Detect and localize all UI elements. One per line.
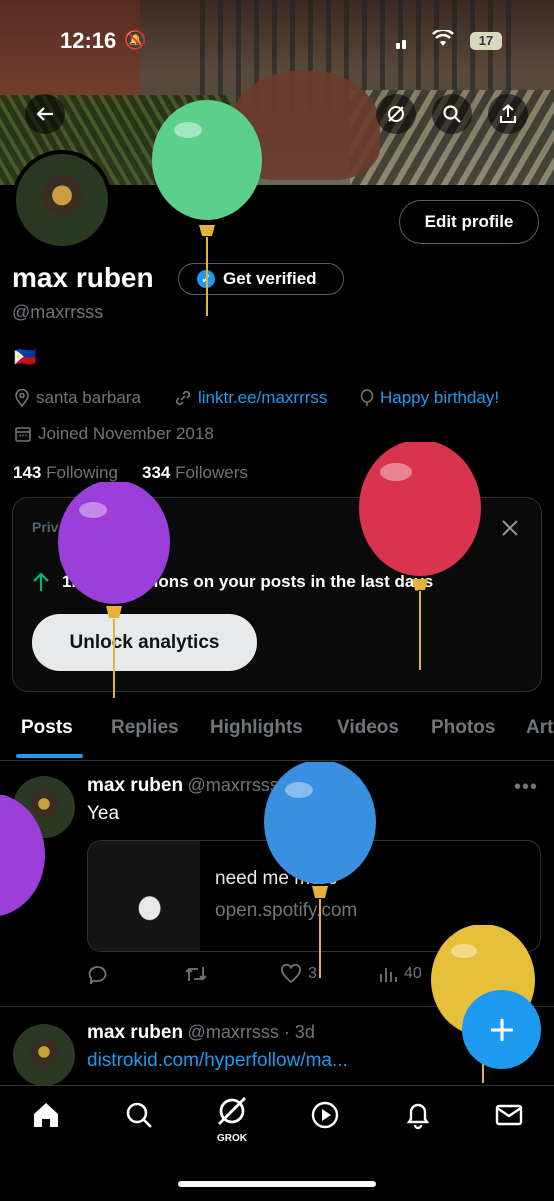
- tab-articles[interactable]: Art: [526, 717, 553, 739]
- post-header: max ruben @maxrrsss · 3d: [87, 1022, 315, 1044]
- home-indicator: [178, 1181, 376, 1187]
- tab-replies[interactable]: Replies: [111, 717, 179, 739]
- grok-label: GROK: [217, 1133, 247, 1144]
- arrow-up-icon: [33, 572, 49, 591]
- birthday-text: Happy birthday!: [380, 388, 500, 407]
- profile-handle: @maxrrsss: [12, 302, 104, 322]
- location-pin-icon: [15, 389, 29, 407]
- post-link[interactable]: distrokid.com/hyperfollow/ma...: [87, 1050, 348, 1072]
- purple-balloon-icon: [0, 795, 45, 916]
- edit-profile-button[interactable]: Edit profile: [399, 200, 539, 244]
- purple-balloon-icon: [58, 482, 170, 698]
- close-icon[interactable]: [500, 518, 520, 544]
- calendar-icon: [15, 427, 31, 442]
- grok-icon[interactable]: GROK: [207, 1094, 257, 1144]
- share-icon[interactable]: [488, 94, 528, 134]
- more-icon[interactable]: •••: [514, 776, 538, 799]
- search-icon[interactable]: [114, 1100, 164, 1137]
- tab-photos[interactable]: Photos: [431, 717, 495, 739]
- search-icon[interactable]: [432, 94, 472, 134]
- silent-bell-icon: 🔕: [124, 30, 147, 50]
- tab-highlights[interactable]: Highlights: [210, 717, 303, 739]
- views-count: 40: [404, 965, 422, 982]
- tab-videos[interactable]: Videos: [337, 717, 399, 739]
- profile-tabs: Posts Replies Highlights Videos Photos A…: [0, 712, 554, 761]
- following-count: 143: [13, 463, 42, 482]
- link-text[interactable]: linktr.ee/maxrrrss: [198, 388, 327, 408]
- profile-avatar[interactable]: [12, 150, 112, 250]
- profile-link[interactable]: linktr.ee/maxrrrss: [174, 388, 327, 408]
- post-author-handle: @maxrrsss · 3d: [187, 1022, 315, 1042]
- back-arrow-icon[interactable]: [25, 94, 65, 134]
- repost-button[interactable]: [184, 964, 208, 984]
- profile-joined: Joined November 2018: [14, 424, 214, 444]
- profile-location: santa barbara: [14, 388, 141, 408]
- green-balloon-icon: [152, 100, 262, 316]
- post-author-name[interactable]: max ruben: [87, 1022, 183, 1043]
- wifi-icon: [432, 28, 454, 53]
- album-thumbnail: [88, 841, 200, 951]
- messages-icon[interactable]: [484, 1100, 534, 1137]
- followers-count: 334: [142, 463, 171, 482]
- followers-link[interactable]: 334 Followers: [142, 463, 248, 483]
- post-text: Yea: [87, 803, 120, 824]
- status-time: 12:16: [60, 28, 117, 53]
- compose-post-button[interactable]: [462, 990, 541, 1069]
- home-icon[interactable]: [21, 1100, 71, 1137]
- link-icon: [175, 390, 191, 406]
- tab-posts[interactable]: Posts: [21, 717, 73, 739]
- post-author-name[interactable]: max ruben: [87, 775, 183, 796]
- reply-button[interactable]: [88, 964, 110, 984]
- reply-icon: [88, 966, 107, 984]
- blue-balloon-icon: [264, 762, 376, 978]
- post-avatar[interactable]: [13, 1024, 75, 1086]
- repost-icon: [185, 967, 207, 981]
- views-icon: [380, 968, 397, 982]
- video-icon[interactable]: [300, 1100, 350, 1137]
- joined-text: Joined November 2018: [38, 424, 214, 443]
- views-button[interactable]: 40: [378, 964, 422, 984]
- following-link[interactable]: 143 Following: [13, 463, 118, 483]
- active-tab-indicator: [16, 754, 83, 758]
- red-balloon-icon: [359, 442, 481, 670]
- notifications-icon[interactable]: [393, 1100, 443, 1137]
- profile-name: max ruben: [12, 262, 154, 293]
- signal-icon: [396, 36, 408, 54]
- location-text: santa barbara: [36, 388, 141, 407]
- grok-icon[interactable]: [376, 94, 416, 134]
- following-label: Following: [46, 463, 118, 482]
- battery-indicator: 17: [470, 32, 502, 50]
- flag-emoji: 🇵🇭: [14, 347, 37, 367]
- plus-icon: [490, 1018, 513, 1041]
- balloon-icon: [360, 389, 374, 406]
- followers-label: Followers: [175, 463, 248, 482]
- status-bar: 12:16 🔕 17: [0, 28, 554, 58]
- profile-birthday: Happy birthday!: [360, 388, 499, 408]
